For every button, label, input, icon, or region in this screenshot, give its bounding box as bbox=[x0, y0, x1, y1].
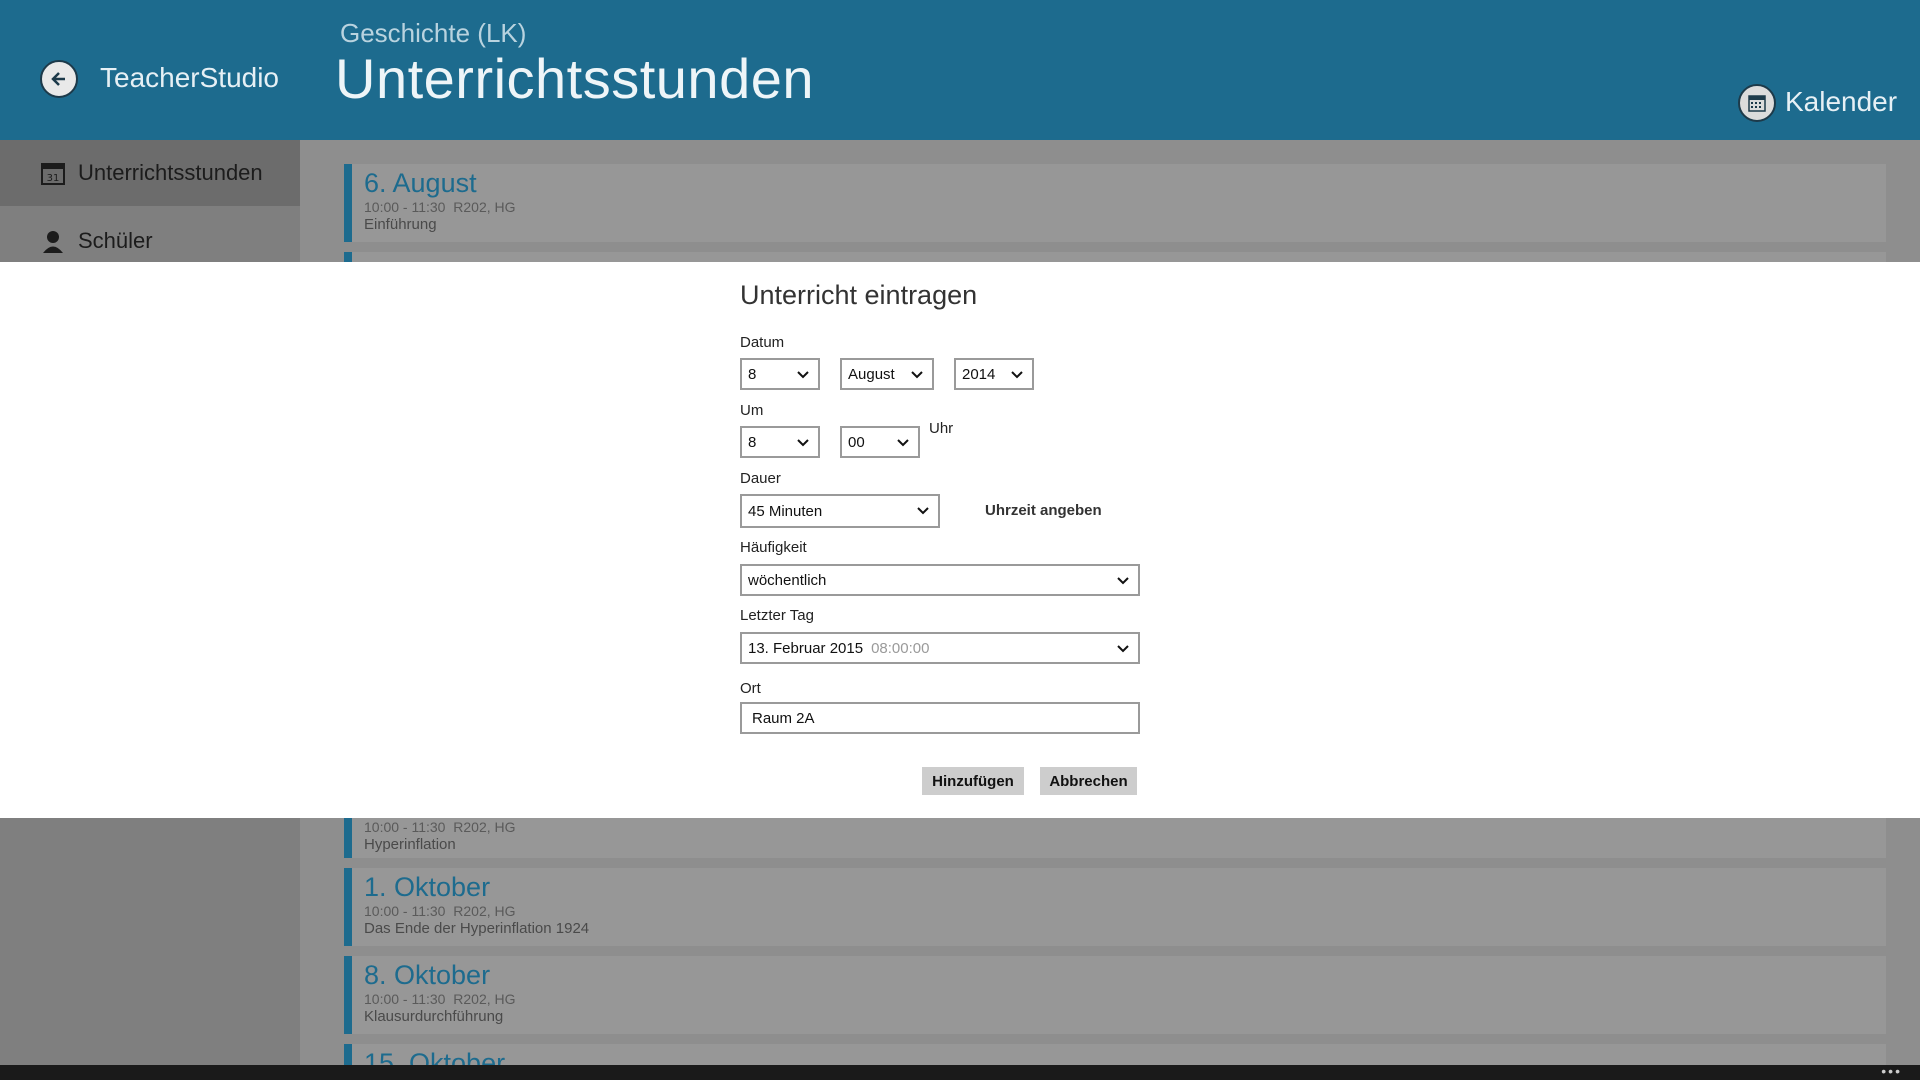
haeufigkeit-select[interactable]: wöchentlich bbox=[740, 564, 1140, 596]
chevron-down-icon bbox=[911, 371, 923, 379]
sidebar-item-label: Schüler bbox=[78, 228, 153, 253]
lesson-date: 8. Oktober bbox=[364, 960, 491, 990]
ort-input[interactable]: Raum 2A bbox=[740, 702, 1140, 734]
lesson-topic: Hyperinflation bbox=[364, 836, 456, 853]
letzter-tag-label: Letzter Tag bbox=[740, 607, 814, 624]
dauer-value: 45 Minuten bbox=[748, 502, 823, 520]
day-value: 8 bbox=[748, 365, 757, 383]
hour-value: 8 bbox=[748, 433, 757, 451]
lesson-date: 6. August bbox=[364, 168, 477, 198]
more-dots-icon[interactable]: ••• bbox=[1881, 1063, 1902, 1079]
lesson-topic: Das Ende der Hyperinflation 1924 bbox=[364, 920, 590, 937]
lesson-topic: Klausurdurchführung bbox=[364, 1008, 504, 1025]
month-value: August bbox=[848, 365, 895, 383]
abbrechen-button[interactable]: Abbrechen bbox=[1040, 767, 1137, 795]
lesson-item[interactable]: 1. Oktober 10:00 - 11:30 R202, HG Das En… bbox=[344, 868, 1886, 946]
dauer-select[interactable]: 45 Minuten bbox=[740, 494, 940, 528]
ort-label: Ort bbox=[740, 680, 761, 697]
chevron-down-icon bbox=[1117, 645, 1129, 653]
lesson-item[interactable]: 10:00 - 11:30 R202, HG Hyperinflation bbox=[344, 818, 1886, 858]
chevron-down-icon bbox=[1117, 577, 1129, 585]
back-arrow-icon bbox=[51, 72, 65, 86]
uhr-label: Uhr bbox=[929, 420, 954, 437]
month-select[interactable]: August bbox=[840, 358, 934, 390]
sidebar-item-unterrichtsstunden[interactable]: 31 Unterrichtsstunden bbox=[0, 140, 300, 206]
letzter-tag-value: 13. Februar 2015 bbox=[748, 639, 864, 657]
app-header: TeacherStudio Geschichte (LK) Unterricht… bbox=[0, 0, 1920, 140]
page-subtitle: Geschichte (LK) bbox=[340, 18, 527, 48]
haeufigkeit-label: Häufigkeit bbox=[740, 539, 807, 556]
um-label: Um bbox=[740, 402, 764, 419]
dialog-title: Unterricht eintragen bbox=[740, 280, 978, 310]
sidebar-item-label: Unterrichtsstunden bbox=[78, 160, 263, 185]
letzter-tag-picker[interactable]: 13. Februar 2015 08:00:00 bbox=[740, 632, 1140, 664]
minute-select[interactable]: 00 bbox=[840, 426, 920, 458]
dauer-label: Dauer bbox=[740, 470, 781, 487]
chevron-down-icon bbox=[797, 439, 809, 447]
kalender-label[interactable]: Kalender bbox=[1785, 86, 1897, 118]
uhrzeit-angeben-link[interactable]: Uhrzeit angeben bbox=[985, 502, 1102, 519]
page-title: Unterrichtsstunden bbox=[335, 47, 815, 110]
chevron-down-icon bbox=[1011, 371, 1023, 379]
lesson-item[interactable]: 8. Oktober 10:00 - 11:30 R202, HG Klausu… bbox=[344, 956, 1886, 1034]
letzter-tag-time: 08:00:00 bbox=[871, 639, 930, 657]
back-button[interactable] bbox=[40, 60, 78, 98]
calendar-grid-icon bbox=[1748, 95, 1766, 112]
add-lesson-dialog: Unterricht eintragen Datum 8 August 2014… bbox=[0, 262, 1920, 818]
chevron-down-icon bbox=[917, 507, 929, 515]
lesson-meta: 10:00 - 11:30 R202, HG bbox=[364, 819, 516, 835]
minute-value: 00 bbox=[848, 433, 865, 451]
kalender-button[interactable] bbox=[1738, 84, 1776, 122]
lesson-meta: 10:00 - 11:30 R202, HG bbox=[364, 903, 516, 919]
lesson-meta: 10:00 - 11:30 R202, HG bbox=[364, 199, 516, 215]
lesson-item[interactable]: 6. August 10:00 - 11:30 R202, HG Einführ… bbox=[344, 164, 1886, 242]
ort-value: Raum 2A bbox=[752, 709, 815, 727]
year-select[interactable]: 2014 bbox=[954, 358, 1034, 390]
lesson-topic: Einführung bbox=[364, 216, 437, 233]
app-bar[interactable]: ••• bbox=[0, 1063, 1920, 1080]
haeufigkeit-value: wöchentlich bbox=[748, 571, 827, 589]
chevron-down-icon bbox=[897, 439, 909, 447]
hour-select[interactable]: 8 bbox=[740, 426, 820, 458]
app-name: TeacherStudio bbox=[100, 62, 280, 93]
lesson-date: 1. Oktober bbox=[364, 872, 491, 902]
chevron-down-icon bbox=[797, 371, 809, 379]
hinzufuegen-button[interactable]: Hinzufügen bbox=[922, 767, 1024, 795]
lesson-meta: 10:00 - 11:30 R202, HG bbox=[364, 991, 516, 1007]
calendar-icon: 31 bbox=[41, 163, 65, 185]
svg-text:31: 31 bbox=[47, 173, 60, 184]
day-select[interactable]: 8 bbox=[740, 358, 820, 390]
year-value: 2014 bbox=[962, 365, 996, 383]
datum-label: Datum bbox=[740, 334, 785, 351]
student-icon bbox=[43, 231, 63, 253]
